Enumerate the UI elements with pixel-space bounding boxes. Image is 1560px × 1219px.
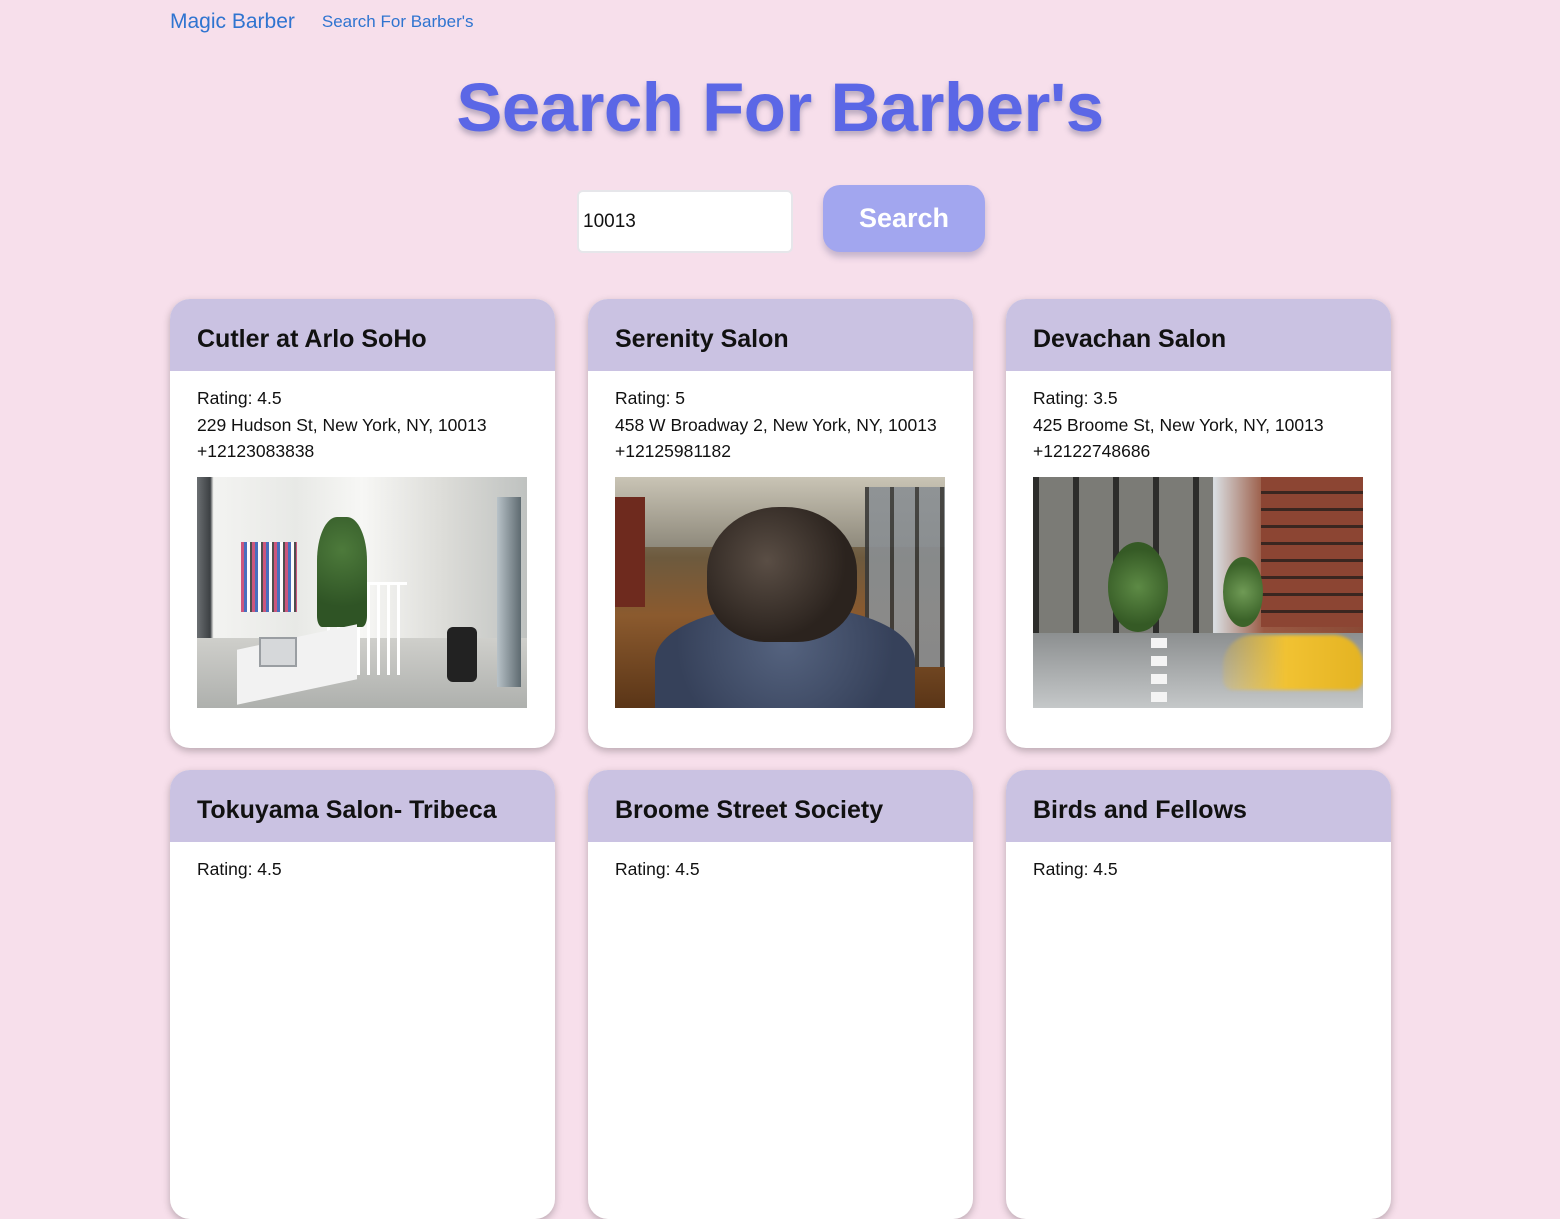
card-rating: Rating: 4.5 bbox=[197, 859, 282, 879]
card-header: Birds and Fellows bbox=[1006, 770, 1391, 842]
card-body: Rating: 4.5 bbox=[170, 842, 555, 883]
page-title: Search For Barber's bbox=[456, 69, 1104, 146]
card-phone: +12125981182 bbox=[615, 441, 731, 461]
card-rating: Rating: 4.5 bbox=[1033, 859, 1118, 879]
card-address: 229 Hudson St, New York, NY, 10013 bbox=[197, 414, 487, 435]
salon-photo bbox=[197, 476, 527, 708]
card-title: Birds and Fellows bbox=[1033, 796, 1247, 824]
card-title: Serenity Salon bbox=[615, 325, 789, 353]
card-title: Devachan Salon bbox=[1033, 325, 1227, 353]
card-title: Tokuyama Salon- Tribeca bbox=[197, 796, 497, 824]
card-body: Rating: 4.5 229 Hudson St, New York, NY,… bbox=[170, 371, 555, 708]
card-header: Tokuyama Salon- Tribeca bbox=[170, 770, 555, 842]
card-body: Rating: 5 458 W Broadway 2, New York, NY… bbox=[588, 371, 973, 708]
card-address: 425 Broome St, New York, NY, 10013 bbox=[1033, 414, 1324, 435]
card-header: Devachan Salon bbox=[1006, 299, 1391, 371]
card-title: Broome Street Society bbox=[615, 796, 884, 824]
result-card[interactable]: Devachan Salon Rating: 3.5 425 Broome St… bbox=[1006, 299, 1391, 748]
salon-photo bbox=[615, 476, 945, 708]
result-card[interactable]: Cutler at Arlo SoHo Rating: 4.5 229 Huds… bbox=[170, 299, 555, 748]
card-rating: Rating: 3.5 bbox=[1033, 388, 1118, 408]
result-card[interactable]: Tokuyama Salon- Tribeca Rating: 4.5 bbox=[170, 770, 555, 1219]
brand-link[interactable]: Magic Barber bbox=[170, 10, 295, 34]
card-header: Cutler at Arlo SoHo bbox=[170, 299, 555, 371]
card-rating: Rating: 4.5 bbox=[197, 388, 282, 408]
card-header: Serenity Salon bbox=[588, 299, 973, 371]
top-nav: Magic Barber Search For Barber's bbox=[170, 8, 473, 36]
search-button[interactable]: Search bbox=[823, 185, 985, 252]
card-address: 458 W Broadway 2, New York, NY, 10013 bbox=[615, 414, 937, 435]
result-card[interactable]: Serenity Salon Rating: 5 458 W Broadway … bbox=[588, 299, 973, 748]
card-rating: Rating: 5 bbox=[615, 388, 686, 408]
nav-link-search[interactable]: Search For Barber's bbox=[322, 12, 474, 32]
card-rating: Rating: 4.5 bbox=[615, 859, 700, 879]
salon-photo bbox=[1033, 476, 1363, 708]
card-phone: +12123083838 bbox=[197, 441, 315, 461]
card-body: Rating: 4.5 bbox=[1006, 842, 1391, 883]
card-body: Rating: 4.5 bbox=[588, 842, 973, 883]
result-card[interactable]: Birds and Fellows Rating: 4.5 bbox=[1006, 770, 1391, 1219]
card-header: Broome Street Society bbox=[588, 770, 973, 842]
card-title: Cutler at Arlo SoHo bbox=[197, 325, 427, 353]
zip-search-input[interactable] bbox=[577, 190, 793, 253]
card-phone: +12122748686 bbox=[1033, 441, 1151, 461]
result-card[interactable]: Broome Street Society Rating: 4.5 bbox=[588, 770, 973, 1219]
card-body: Rating: 3.5 425 Broome St, New York, NY,… bbox=[1006, 371, 1391, 708]
